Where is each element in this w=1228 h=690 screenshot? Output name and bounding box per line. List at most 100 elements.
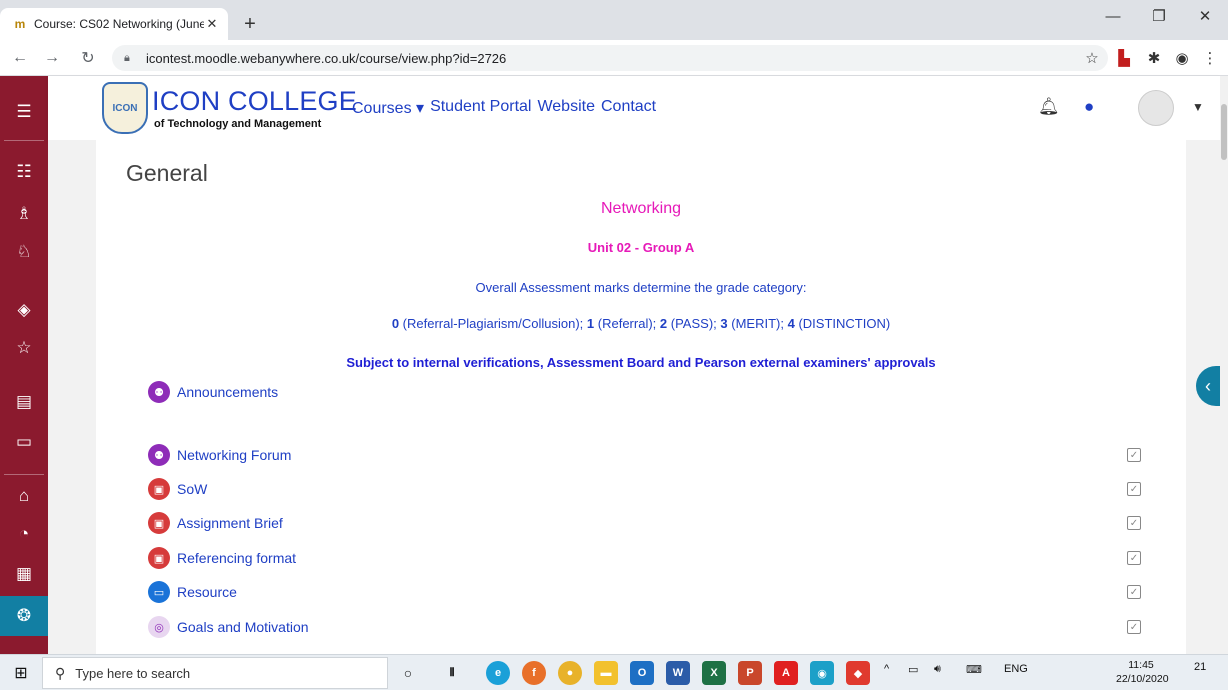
nav-student-portal[interactable]: Student Portal xyxy=(430,98,531,118)
network-icon[interactable]: ▭ xyxy=(908,663,918,676)
new-tab-button[interactable]: + xyxy=(238,12,262,36)
completion-checkbox[interactable]: ✓ xyxy=(1127,551,1141,565)
grade-label: (MERIT); xyxy=(731,316,784,331)
completion-checkbox[interactable]: ✓ xyxy=(1127,482,1141,496)
pdf-icon: ▣ xyxy=(148,512,170,534)
menu-icon[interactable]: ⋮ xyxy=(1198,46,1222,70)
activity-name[interactable]: Referencing format xyxy=(177,550,296,566)
college-logo[interactable]: ICON xyxy=(102,82,148,134)
list-icon[interactable]: ☷ xyxy=(0,156,48,188)
private-files-icon[interactable]: ❂ xyxy=(0,596,48,636)
minimize-icon[interactable]: — xyxy=(1090,0,1136,32)
search-placeholder: Type here to search xyxy=(75,665,191,681)
activity-link[interactable]: ▣ Referencing format xyxy=(148,547,296,569)
home-icon[interactable]: ⌂ xyxy=(0,480,48,512)
chevron-down-icon[interactable]: ▼ xyxy=(1192,94,1204,120)
activity-name[interactable]: Assignment Brief xyxy=(177,515,283,531)
grade-num: 0 xyxy=(391,316,400,331)
chrome-icon[interactable]: ● xyxy=(558,661,582,685)
book-icon[interactable]: ▤ xyxy=(0,386,48,418)
profile-icon[interactable]: ◉ xyxy=(1170,46,1194,70)
activity-link[interactable]: ⚉ Networking Forum xyxy=(148,444,291,466)
browser-tab[interactable]: m Course: CS02 Networking (June2( ✕ xyxy=(0,8,228,40)
app-icon[interactable]: ◉ xyxy=(810,661,834,685)
activity-name[interactable]: SoW xyxy=(177,481,207,497)
activity-link[interactable]: ▣ Assignment Brief xyxy=(148,512,283,534)
word-icon[interactable]: W xyxy=(666,661,690,685)
outlook-icon[interactable]: O xyxy=(630,661,654,685)
powerpoint-icon[interactable]: P xyxy=(738,661,762,685)
task-view-icon[interactable]: ⫴ xyxy=(440,661,464,685)
brand-name[interactable]: ICON COLLEGE xyxy=(152,86,357,117)
moodle-icon: m xyxy=(14,17,26,31)
close-window-icon[interactable]: ✕ xyxy=(1182,0,1228,32)
activity-link[interactable]: ▣ SoW xyxy=(148,478,207,500)
file-explorer-icon[interactable]: ▬ xyxy=(594,661,618,685)
scrollbar-thumb[interactable] xyxy=(1221,104,1227,160)
dashboard-icon[interactable]: ◔ xyxy=(0,518,48,550)
forum-icon: ⚉ xyxy=(148,444,170,466)
taskbar-clock[interactable]: 11:45 22/10/2020 xyxy=(1116,658,1169,686)
anydesk-icon[interactable]: ◆ xyxy=(846,661,870,685)
windows-start-icon[interactable]: ⊞ xyxy=(0,655,42,690)
rail-divider xyxy=(4,140,44,141)
activity-link[interactable]: ▭ Resource xyxy=(148,581,237,603)
site-navbar: ICON ICON COLLEGE of Technology and Mana… xyxy=(48,76,1220,140)
activity-name[interactable]: Goals and Motivation xyxy=(177,619,309,635)
activity-link[interactable]: ◎ Goals and Motivation xyxy=(148,616,309,638)
extensions-icon[interactable]: ✱ xyxy=(1142,46,1166,70)
activity-name[interactable]: Announcements xyxy=(177,384,278,400)
search-icon: ⚲ xyxy=(55,664,66,681)
activity-name[interactable]: Resource xyxy=(177,584,237,600)
nav-website[interactable]: Website xyxy=(537,98,595,118)
volume-icon[interactable]: 🔊︎ xyxy=(934,663,941,676)
grade-num: 2 xyxy=(659,316,668,331)
notification-count-badge[interactable]: 21 xyxy=(1194,661,1206,673)
activity-name[interactable]: Networking Forum xyxy=(177,447,291,463)
taskbar-search-input[interactable]: ⚲ Type here to search xyxy=(42,657,388,689)
participants-icon[interactable]: ♗ xyxy=(0,198,48,230)
pdf-extension-icon[interactable]: ▙ xyxy=(1112,46,1136,70)
firefox-icon[interactable]: f xyxy=(522,661,546,685)
grade-num: 1 xyxy=(586,316,595,331)
excel-icon[interactable]: X xyxy=(702,661,726,685)
course-name: Networking xyxy=(600,200,682,217)
bookmark-star-icon[interactable]: ☆ xyxy=(1080,46,1104,70)
subject-notice: Subject to internal verifications, Asses… xyxy=(346,355,936,370)
nav-contact[interactable]: Contact xyxy=(601,98,656,118)
close-tab-icon[interactable]: ✕ xyxy=(204,16,220,32)
windows-taskbar: ⊞ ⚲ Type here to search ○ ⫴ e f ● ▬ O W … xyxy=(0,654,1228,690)
edge-icon[interactable]: e xyxy=(486,661,510,685)
completion-checkbox[interactable]: ✓ xyxy=(1127,620,1141,634)
forum-icon: ⚉ xyxy=(148,381,170,403)
bell-icon[interactable]: 🔔︎ xyxy=(1038,94,1060,120)
layers-icon[interactable]: ◈ xyxy=(0,294,48,326)
url-input[interactable]: 🔒︎ icontest.moodle.webanywhere.co.uk/cou… xyxy=(112,45,1108,71)
star-icon[interactable]: ☆ xyxy=(0,332,48,364)
folder-icon[interactable]: ▭ xyxy=(0,426,48,458)
reload-icon[interactable]: ↻ xyxy=(76,46,100,70)
acrobat-icon[interactable]: A xyxy=(774,661,798,685)
address-bar-row: ← → ↻ 🔒︎ icontest.moodle.webanywhere.co.… xyxy=(0,40,1228,76)
forward-icon[interactable]: → xyxy=(40,46,64,70)
completion-checkbox[interactable]: ✓ xyxy=(1127,585,1141,599)
language-indicator[interactable]: ENG xyxy=(1004,663,1028,675)
chat-bubble-icon[interactable]: ● xyxy=(1084,94,1094,120)
lock-icon: 🔒︎ xyxy=(124,51,130,64)
keyboard-icon[interactable]: ⌨ xyxy=(966,663,982,676)
nav-courses[interactable]: Courses ▾ xyxy=(352,98,424,118)
calendar-icon[interactable]: ▦ xyxy=(0,558,48,590)
page-scrollbar[interactable] xyxy=(1220,76,1228,654)
grade-label: (Referral); xyxy=(597,316,657,331)
completion-checkbox[interactable]: ✓ xyxy=(1127,516,1141,530)
badges-icon[interactable]: ♘ xyxy=(0,236,48,268)
completion-checkbox[interactable]: ✓ xyxy=(1127,448,1141,462)
activity-link[interactable]: ⚉ Announcements xyxy=(148,381,278,403)
restore-icon[interactable]: ❐ xyxy=(1136,0,1182,32)
cortana-icon[interactable]: ○ xyxy=(396,661,420,685)
back-icon[interactable]: ← xyxy=(8,46,32,70)
chevron-up-icon[interactable]: ^ xyxy=(884,663,889,675)
avatar[interactable] xyxy=(1138,90,1174,126)
left-nav-rail: ☰ ☷ ♗ ♘ ◈ ☆ ▤ ▭ ⌂ ◔ ▦ ❂ xyxy=(0,76,48,654)
hamburger-icon[interactable]: ☰ xyxy=(0,96,48,128)
